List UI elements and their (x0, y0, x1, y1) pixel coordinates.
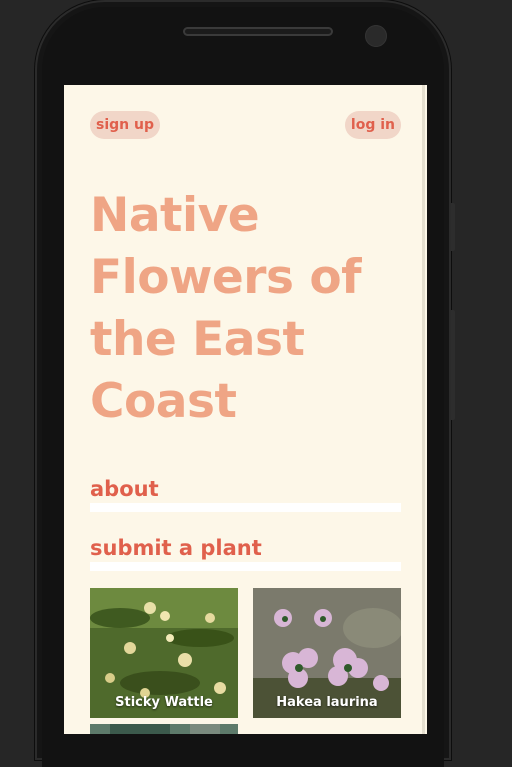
power-button (451, 310, 455, 420)
plant-name: Sticky Wattle (115, 695, 213, 710)
plant-card-hakea-laurina[interactable]: Hakea laurina (253, 588, 401, 718)
log-in-button[interactable]: log in (344, 111, 401, 139)
plant-name: Hakea laurina (276, 695, 378, 710)
submit-plant-link[interactable]: submit a plant (90, 536, 262, 560)
title-line: Coast (90, 374, 237, 429)
plant-card-sticky-wattle[interactable]: Sticky Wattle (90, 588, 238, 718)
about-divider (90, 503, 401, 512)
title-line: Flowers of (90, 250, 362, 305)
app-screen: sign up log in Native Flowers of the Eas… (64, 85, 427, 734)
plant-photo (90, 724, 238, 734)
plant-card-next[interactable] (90, 724, 238, 734)
page-title: Native Flowers of the East Coast (90, 185, 410, 433)
title-line: Native (90, 188, 260, 243)
title-line: the East (90, 312, 305, 367)
submit-divider (90, 562, 401, 571)
sign-up-button[interactable]: sign up (90, 111, 160, 139)
volume-button (451, 203, 455, 251)
front-camera (365, 25, 387, 47)
speaker-grille (183, 27, 333, 36)
scrollbar[interactable] (422, 85, 425, 734)
about-link[interactable]: about (90, 477, 159, 501)
